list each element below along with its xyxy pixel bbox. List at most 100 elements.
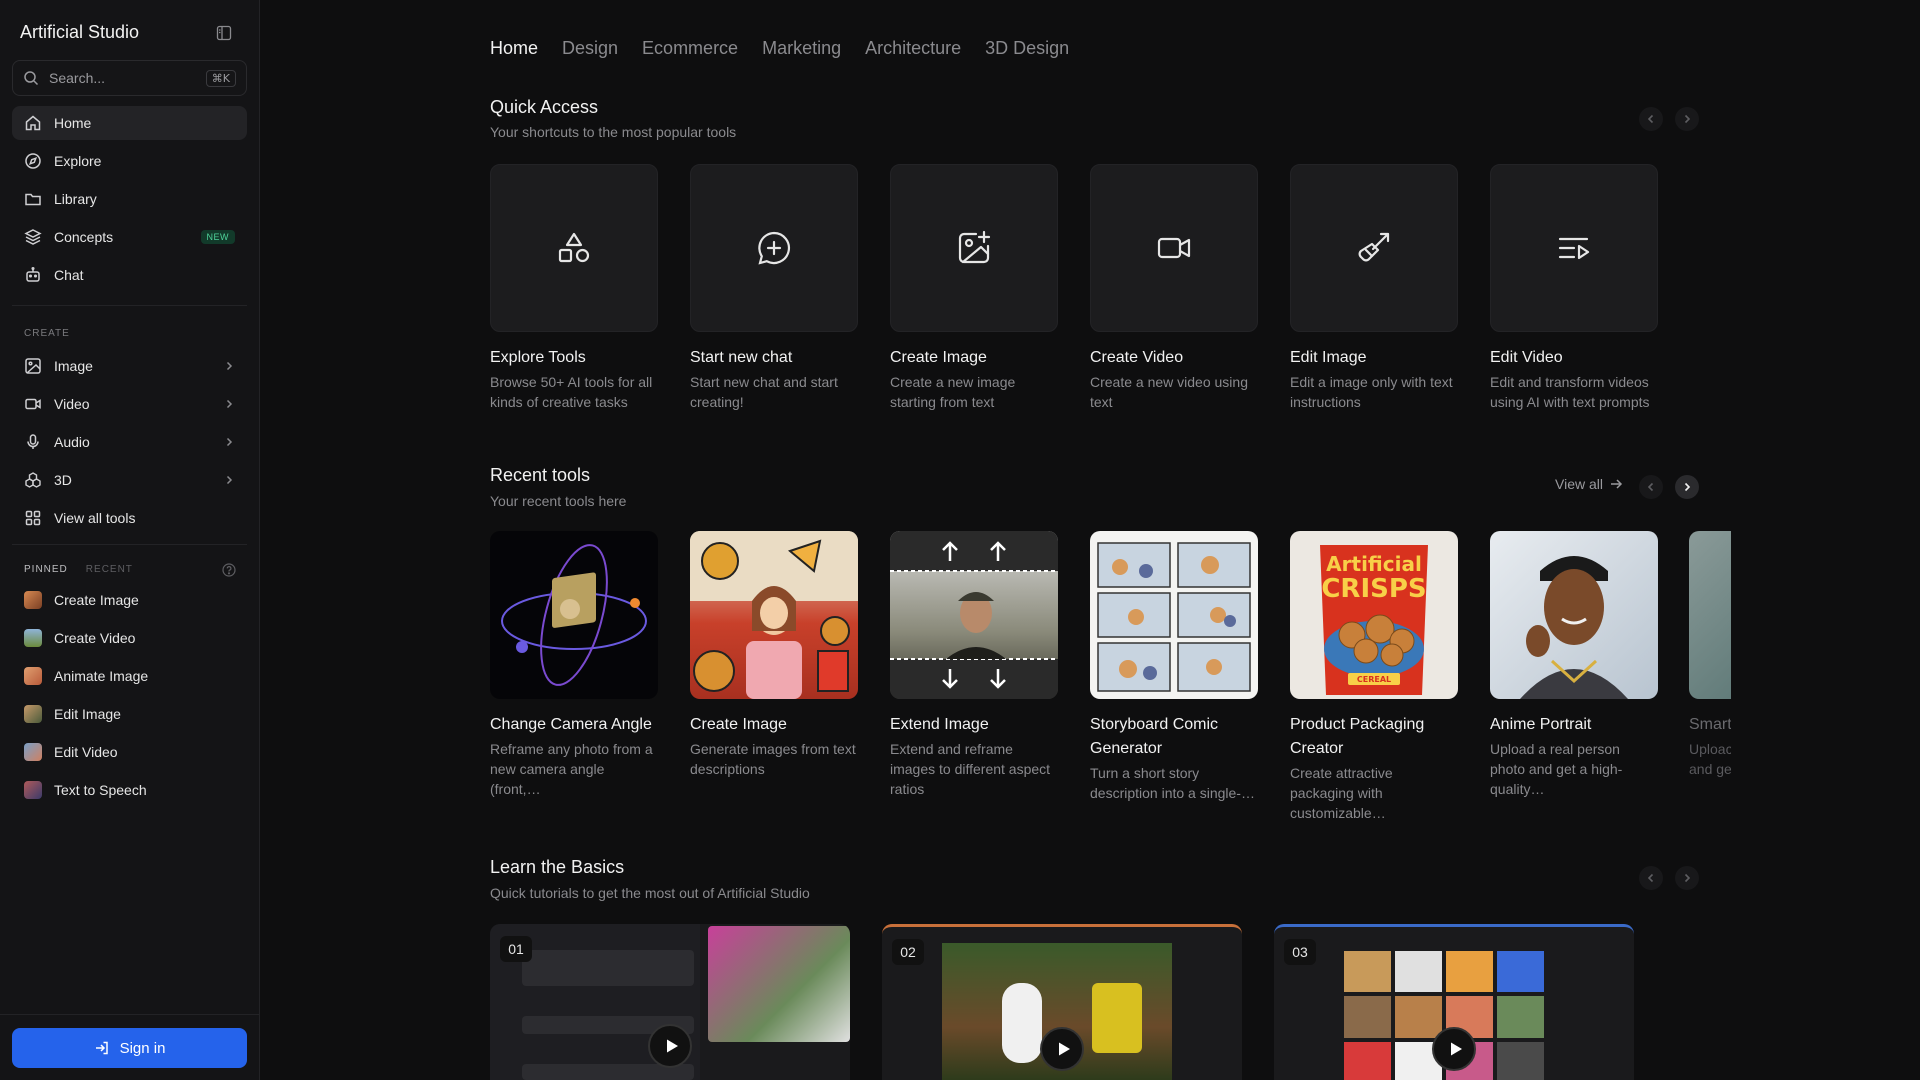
next-button[interactable] <box>1675 107 1699 131</box>
sidebar-item-label: Concepts <box>54 229 114 245</box>
tutorial-video-card[interactable]: 01 <box>490 924 850 1080</box>
sidebar-item-label: View all tools <box>54 510 136 526</box>
image-plus-icon <box>955 229 993 267</box>
paintbrush-icon <box>1355 229 1393 267</box>
card-description: Create attractive packaging with customi… <box>1290 765 1393 821</box>
image-icon <box>24 357 42 375</box>
quick-access-card[interactable]: Create Image Create a new image starting… <box>890 164 1058 412</box>
arrow-right-icon <box>1609 477 1623 491</box>
tab-3d-design[interactable]: 3D Design <box>985 38 1069 59</box>
sidebar-item-audio[interactable]: Audio <box>12 425 247 459</box>
card-title: Create Image <box>890 349 987 366</box>
card-title: Edit Video <box>1490 349 1563 366</box>
pinned-item[interactable]: Create Video <box>12 621 247 655</box>
recent-tool-card[interactable]: Artificial CRISPS CEREAL Product Packagi… <box>1290 531 1458 823</box>
card-title: Change Camera Angle <box>490 716 652 733</box>
recent-tool-card[interactable]: Extend Image Extend and reframe images t… <box>890 531 1058 823</box>
play-button[interactable] <box>1040 1027 1084 1071</box>
recent-tool-card[interactable]: Create Image Generate images from text d… <box>690 531 858 823</box>
play-button[interactable] <box>1432 1027 1476 1071</box>
quick-access-card[interactable]: Start new chat Start new chat and start … <box>690 164 858 412</box>
recent-tool-card[interactable]: Anime Portrait Upload a real person phot… <box>1490 531 1658 823</box>
main-content: Home Design Ecommerce Marketing Architec… <box>261 0 1920 1080</box>
pinned-item[interactable]: Edit Video <box>12 735 247 769</box>
learn-basics-subtitle: Quick tutorials to get the most out of A… <box>490 885 810 901</box>
card-title: Product Packaging Creator <box>1290 716 1425 757</box>
sidebar-item-image[interactable]: Image <box>12 349 247 383</box>
tab-marketing[interactable]: Marketing <box>762 38 841 59</box>
card-title: Explore Tools <box>490 349 586 366</box>
package-product-text: CRISPS <box>1321 574 1426 604</box>
sidebar-item-chat[interactable]: Chat <box>12 258 247 292</box>
pinned-item[interactable]: Create Image <box>12 583 247 617</box>
prev-button[interactable] <box>1639 866 1663 890</box>
card-tile <box>890 164 1058 332</box>
next-button[interactable] <box>1675 866 1699 890</box>
tutorial-video-card[interactable]: 03 <box>1274 924 1634 1080</box>
next-button[interactable] <box>1675 475 1699 499</box>
tool-thumbnail <box>24 629 42 647</box>
card-tile <box>1490 164 1658 332</box>
quick-access-card[interactable]: Explore Tools Browse 50+ AI tools for al… <box>490 164 658 412</box>
mic-icon <box>24 433 42 451</box>
sidebar-item-label: Explore <box>54 153 102 169</box>
pinned-item[interactable]: Edit Image <box>12 697 247 731</box>
recent-tools-subtitle: Your recent tools here <box>490 493 627 509</box>
sign-in-button[interactable]: Sign in <box>12 1028 247 1068</box>
tab-design[interactable]: Design <box>562 38 618 59</box>
help-icon[interactable] <box>222 563 236 577</box>
tutorial-video-card[interactable]: 02 <box>882 924 1242 1080</box>
recent-tool-card[interactable]: Storyboard Comic Generator Turn a short … <box>1090 531 1258 823</box>
tutorial-number: 03 <box>1284 939 1316 965</box>
tab-ecommerce[interactable]: Ecommerce <box>642 38 738 59</box>
prev-button[interactable] <box>1639 107 1663 131</box>
tutorial-number: 01 <box>500 936 532 962</box>
login-icon <box>94 1040 110 1056</box>
recent-tools-list: Change Camera Angle Reframe any photo fr… <box>490 531 1658 823</box>
pinned-item-label: Edit Image <box>54 706 121 722</box>
quick-access-card[interactable]: Edit Image Edit a image only with text i… <box>1290 164 1458 412</box>
sidebar-item-3d[interactable]: 3D <box>12 463 247 497</box>
card-title: Anime Portrait <box>1490 716 1592 733</box>
search-input[interactable]: Search... ⌘K <box>12 60 247 96</box>
tool-thumbnail <box>24 781 42 799</box>
sidebar-item-explore[interactable]: Explore <box>12 144 247 178</box>
pinned-item-label: Animate Image <box>54 668 149 684</box>
card-title: Start new chat <box>690 349 793 366</box>
quick-access-card[interactable]: Edit Video Edit and transform videos usi… <box>1490 164 1658 412</box>
tab-home[interactable]: Home <box>490 38 538 59</box>
sidebar-item-home[interactable]: Home <box>12 106 247 140</box>
sidebar-item-concepts[interactable]: Concepts NEW <box>12 220 247 254</box>
tab-pinned[interactable]: PINNED <box>24 564 68 575</box>
tutorial-list: 01 02 03 <box>490 924 1634 1080</box>
pinned-item-label: Create Video <box>54 630 136 646</box>
sidebar-item-video[interactable]: Video <box>12 387 247 421</box>
shapes-icon <box>555 229 593 267</box>
learn-basics-title: Learn the Basics <box>490 857 625 877</box>
pinned-item-label: Text to Speech <box>54 782 147 798</box>
tool-preview-image <box>1090 531 1258 699</box>
sidebar-item-view-all-tools[interactable]: View all tools <box>12 501 247 535</box>
card-tile <box>1290 164 1458 332</box>
quick-access-carousel-controls <box>1639 107 1699 131</box>
recent-tool-card[interactable]: Change Camera Angle Reframe any photo fr… <box>490 531 658 823</box>
quick-access-card[interactable]: Create Video Create a new video using te… <box>1090 164 1258 412</box>
tab-architecture[interactable]: Architecture <box>865 38 961 59</box>
category-tabs: Home Design Ecommerce Marketing Architec… <box>490 38 1069 59</box>
pinned-item-label: Create Image <box>54 592 139 608</box>
quick-access-title: Quick Access <box>490 97 599 117</box>
sidebar-toggle-icon[interactable] <box>216 25 232 41</box>
card-tile <box>490 164 658 332</box>
prev-button[interactable] <box>1639 475 1663 499</box>
play-button[interactable] <box>648 1024 692 1068</box>
view-all-link[interactable]: View all <box>1555 476 1623 492</box>
tab-recent[interactable]: RECENT <box>86 564 133 575</box>
sidebar-item-library[interactable]: Library <box>12 182 247 216</box>
pinned-item[interactable]: Animate Image <box>12 659 247 693</box>
recent-tool-card-partial[interactable]: Smart Uploac and ge <box>1689 531 1731 811</box>
sidebar-item-label: Home <box>54 115 92 131</box>
learn-carousel-controls <box>1639 866 1699 890</box>
quick-access-subtitle: Your shortcuts to the most popular tools <box>490 124 737 140</box>
search-placeholder: Search... <box>49 70 106 86</box>
pinned-item[interactable]: Text to Speech <box>12 773 247 807</box>
